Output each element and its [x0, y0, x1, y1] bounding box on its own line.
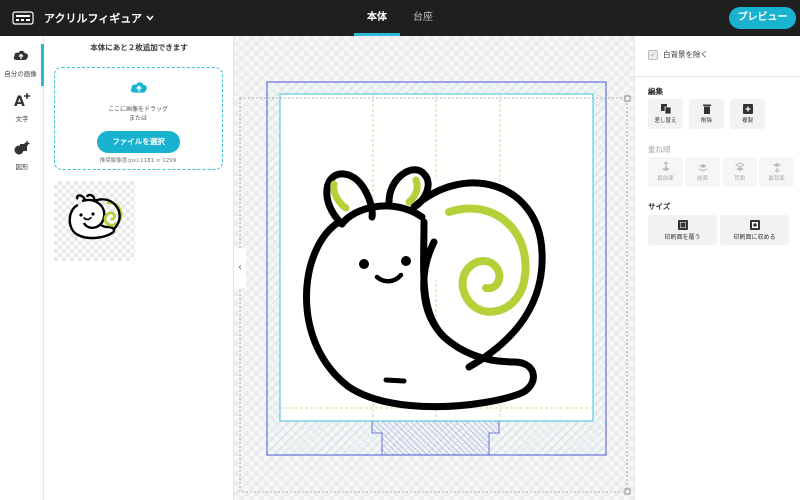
upload-panel: 本体にあと２枚追加できます ここに画像をドラッグ または ファイルを選択 推奨解… [44, 36, 234, 500]
rail-item-my-images[interactable]: 自分の画像 [0, 44, 44, 86]
tab-base[interactable]: 台座 [400, 0, 446, 36]
svg-text:A: A [14, 94, 25, 108]
rail-item-shapes[interactable]: 図形 [0, 140, 44, 176]
logo-icon [12, 11, 34, 25]
uploaded-image-thumbnail[interactable] [54, 181, 135, 261]
remove-bg-label: 白背景を除く [663, 50, 708, 59]
tool-label: 差し替え [654, 118, 677, 124]
fit-print-area-button[interactable]: 印刷面に収める [720, 215, 789, 245]
properties-panel: ✓ 白背景を除く 編集 差し替え 削除 複製 重ね順 最前面 前面 背面 最背面 [634, 36, 800, 500]
base-connector-tab [371, 420, 500, 456]
tool-label: 最前面 [657, 176, 674, 182]
chevron-down-icon [146, 15, 154, 21]
size-section-title: サイズ [648, 202, 671, 211]
layer-order-section-title: 重ね順 [648, 145, 671, 154]
send-backward-button[interactable]: 背面 [722, 157, 757, 187]
snail-image[interactable] [303, 166, 546, 411]
remove-white-bg-checkbox[interactable]: ✓ 白背景を除く [648, 49, 708, 60]
bring-forward-icon [698, 164, 707, 172]
bring-to-front-button[interactable]: 最前面 [648, 157, 683, 187]
tool-label: 印刷面に収める [733, 234, 776, 241]
text-add-icon: A [14, 93, 30, 110]
shapes-add-icon [14, 141, 30, 155]
duplicate-icon [742, 104, 753, 114]
select-file-button[interactable]: ファイルを選択 [97, 131, 180, 153]
fill-print-area-button[interactable]: 印刷面を覆う [648, 215, 717, 245]
rail-item-label: 文字 [15, 115, 29, 123]
rail-item-text[interactable]: A 文字 [0, 92, 44, 128]
tool-label: 印刷面を覆う [664, 234, 701, 241]
cloud-upload-icon [13, 50, 28, 60]
fit-print-icon [749, 220, 760, 230]
snail-thumbnail-image [68, 193, 123, 240]
recommended-resolution: 推奨解像度(px):1181 × 1299 [99, 158, 177, 164]
bring-front-icon [661, 161, 670, 171]
send-backward-icon [734, 162, 745, 171]
or-text: または [128, 115, 147, 122]
product-label: アクリルフィギュア [44, 12, 143, 25]
tab-body[interactable]: 本体 [354, 0, 400, 36]
trash-icon [702, 104, 711, 114]
checkbox-icon: ✓ [648, 49, 658, 60]
collapse-panel-button[interactable]: ‹ [234, 248, 246, 288]
duplicate-button[interactable]: 複製 [730, 99, 765, 129]
replace-icon [660, 104, 671, 115]
canvas-artwork [239, 81, 631, 495]
image-drop-zone[interactable]: ここに画像をドラッグ または ファイルを選択 推奨解像度(px):1181 × … [54, 67, 223, 170]
bring-forward-button[interactable]: 前面 [685, 157, 720, 187]
fill-print-icon [677, 220, 688, 230]
resize-handle[interactable] [624, 95, 631, 102]
send-back-icon [772, 163, 781, 173]
replace-button[interactable]: 差し替え [648, 99, 683, 129]
tool-label: 前面 [696, 176, 708, 182]
tool-rail: 自分の画像 A 文字 図形 [0, 36, 44, 500]
cloud-upload-icon [130, 82, 147, 93]
preview-button[interactable]: プレビュー [729, 7, 796, 29]
product-selector[interactable]: アクリルフィギュア [44, 10, 154, 26]
send-to-back-button[interactable]: 最背面 [759, 157, 794, 187]
edit-section-title: 編集 [648, 87, 663, 96]
divider [635, 76, 800, 77]
tool-label: 背面 [733, 176, 745, 182]
tool-label: 複製 [741, 118, 753, 124]
drop-instruction: ここに画像をドラッグ [107, 106, 168, 113]
rail-item-label: 図形 [15, 163, 29, 171]
top-bar: アクリルフィギュア 本体 台座 プレビュー [0, 0, 800, 36]
remaining-count-text: 本体にあと２枚追加できます [90, 43, 188, 52]
rail-item-label: 自分の画像 [4, 70, 37, 78]
delete-button[interactable]: 削除 [689, 99, 724, 129]
tool-label: 削除 [700, 118, 712, 124]
tool-label: 最背面 [768, 176, 785, 182]
resize-handle[interactable] [624, 488, 631, 495]
